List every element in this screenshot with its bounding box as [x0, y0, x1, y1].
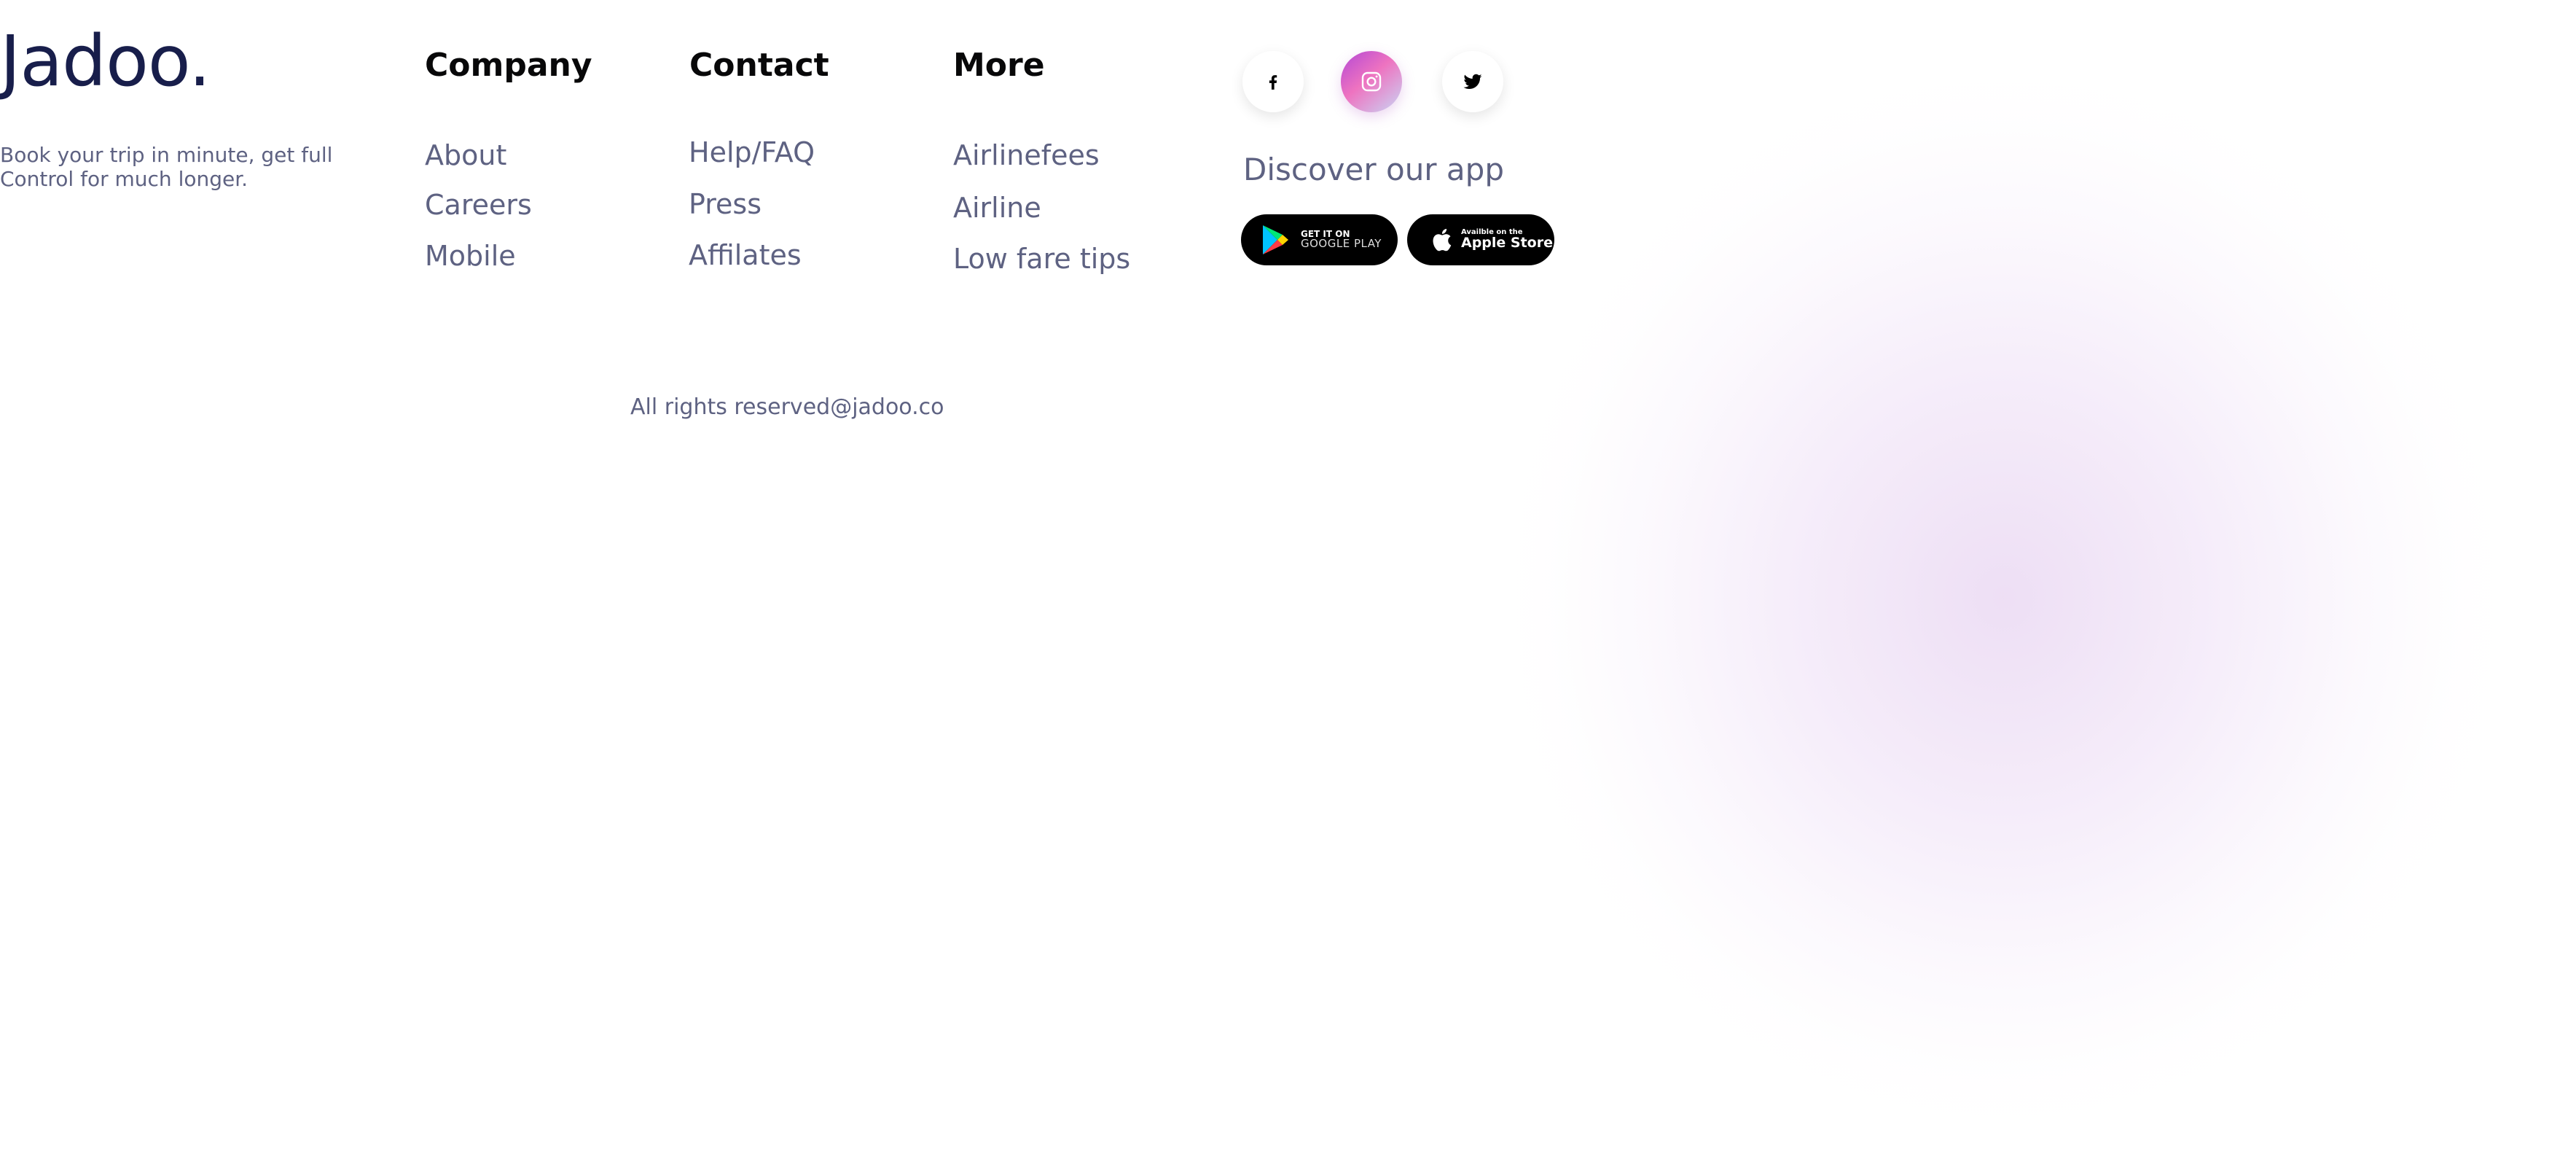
footer-page: Jadoo. Book your trip in minute, get ful…: [0, 0, 2576, 1162]
apple-store-bottom: Apple Store: [1461, 235, 1553, 251]
instagram-icon: [1361, 71, 1382, 92]
more-heading: More: [953, 47, 1045, 84]
google-play-icon: [1263, 225, 1288, 254]
link-about[interactable]: About: [425, 141, 506, 169]
link-careers[interactable]: Careers: [425, 191, 532, 219]
copyright-text: All rights reserved@jadoo.co: [630, 394, 944, 420]
apple-icon: [1433, 228, 1452, 251]
link-mobile[interactable]: Mobile: [425, 242, 516, 270]
link-press[interactable]: Press: [689, 190, 762, 218]
facebook-button[interactable]: [1242, 51, 1304, 112]
twitter-icon: [1463, 74, 1482, 89]
logo[interactable]: Jadoo.: [0, 26, 211, 96]
decorative-blob: [1501, 66, 2507, 1130]
tagline: Book your trip in minute, get full Contr…: [0, 143, 333, 191]
link-low-fare-tips[interactable]: Low fare tips: [953, 245, 1130, 273]
link-help-faq[interactable]: Help/FAQ: [689, 139, 815, 166]
link-airline[interactable]: Airline: [953, 194, 1041, 222]
company-heading: Company: [425, 47, 592, 84]
discover-app-heading: Discover our app: [1243, 152, 1504, 187]
twitter-button[interactable]: [1442, 51, 1503, 112]
apple-store-button[interactable]: Availble on the Apple Store: [1407, 214, 1554, 265]
facebook-icon: [1269, 75, 1277, 90]
link-airlinefees[interactable]: Airlinefees: [953, 141, 1100, 169]
instagram-button[interactable]: [1341, 51, 1402, 112]
google-play-button[interactable]: GET IT ON GOOGLE PLAY: [1241, 214, 1398, 265]
apple-store-text: Availble on the Apple Store: [1461, 228, 1553, 251]
google-play-text: GET IT ON GOOGLE PLAY: [1301, 230, 1382, 250]
google-play-bottom: GOOGLE PLAY: [1301, 237, 1382, 251]
contact-heading: Contact: [689, 47, 829, 84]
link-affilates[interactable]: Affilates: [689, 241, 802, 269]
